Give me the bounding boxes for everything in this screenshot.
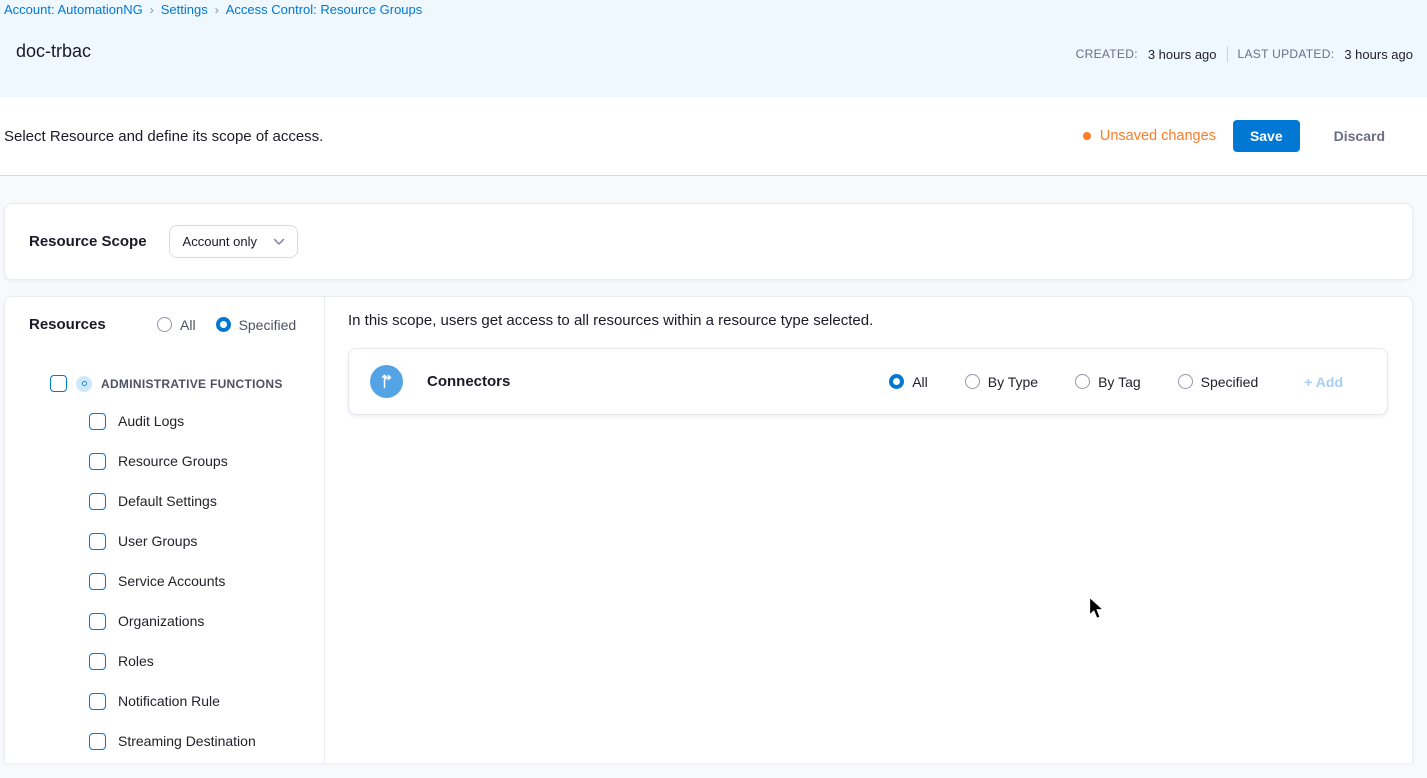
resource-type-label: Organizations <box>118 613 204 629</box>
radio-label: All <box>180 317 196 333</box>
resource-type-user-groups[interactable]: User Groups <box>5 521 324 561</box>
checkbox[interactable] <box>50 375 67 392</box>
chevron-right-icon: › <box>215 3 219 17</box>
unsaved-changes-label: Unsaved changes <box>1100 128 1216 144</box>
radio-selected-icon[interactable] <box>216 317 231 332</box>
resource-type-organizations[interactable]: Organizations <box>5 601 324 641</box>
discard-button[interactable]: Discard <box>1322 120 1397 152</box>
resource-type-label: Default Settings <box>118 493 217 509</box>
connectors-filter-group: All By Type By Tag Specified <box>889 374 1258 390</box>
chevron-down-icon <box>273 238 285 246</box>
connectors-row: Connectors All By Type By Tag Specified <box>348 348 1388 415</box>
radio-label: Specified <box>1201 374 1259 390</box>
resources-title: Resources <box>29 316 133 333</box>
breadcrumb-account-link[interactable]: Account: AutomationNG <box>4 2 143 17</box>
save-button[interactable]: Save <box>1233 120 1300 152</box>
breadcrumb-settings-link[interactable]: Settings <box>161 2 208 17</box>
checkbox[interactable] <box>89 613 106 630</box>
resource-scope-label: Resource Scope <box>29 233 147 250</box>
resources-scope-radio-group: All Specified <box>157 317 296 333</box>
meta-divider <box>1227 46 1228 62</box>
checkbox[interactable] <box>89 533 106 550</box>
resource-scope-selected-value: Account only <box>183 234 257 249</box>
resources-specified-option[interactable]: Specified <box>216 317 297 333</box>
resource-type-label: Audit Logs <box>118 413 184 429</box>
last-updated-value: 3 hours ago <box>1344 47 1413 62</box>
resource-type-label: User Groups <box>118 533 197 549</box>
resource-type-label: Resource Groups <box>118 453 228 469</box>
resource-type-streaming-destination[interactable]: Streaming Destination <box>5 721 324 761</box>
add-button[interactable]: + Add <box>1304 374 1343 390</box>
category-administrative-functions[interactable]: ADMINISTRATIVE FUNCTIONS <box>50 375 324 392</box>
resource-type-notification-rule[interactable]: Notification Rule <box>5 681 324 721</box>
connectors-all-option[interactable]: All <box>889 374 928 390</box>
page-title: doc-trbac <box>16 41 91 62</box>
radio-icon[interactable] <box>965 374 980 389</box>
connectors-specified-option[interactable]: Specified <box>1178 374 1259 390</box>
resource-type-label: Roles <box>118 653 154 669</box>
chevron-right-icon: › <box>150 3 154 17</box>
resource-scope-card: Resource Scope Account only <box>4 203 1413 280</box>
checkbox[interactable] <box>89 653 106 670</box>
resource-type-resource-groups[interactable]: Resource Groups <box>5 441 324 481</box>
resource-type-default-settings[interactable]: Default Settings <box>5 481 324 521</box>
checkbox[interactable] <box>89 693 106 710</box>
checkbox[interactable] <box>89 413 106 430</box>
connectors-by-tag-option[interactable]: By Tag <box>1075 374 1141 390</box>
resources-all-option[interactable]: All <box>157 317 196 333</box>
page-header: Account: AutomationNG › Settings › Acces… <box>0 0 1427 97</box>
radio-label: By Type <box>988 374 1038 390</box>
radio-label: All <box>912 374 928 390</box>
radio-selected-icon[interactable] <box>889 374 904 389</box>
resource-type-label: Streaming Destination <box>118 733 256 749</box>
connectors-by-type-option[interactable]: By Type <box>965 374 1038 390</box>
resources-header: Resources All Specified <box>5 316 324 333</box>
connectors-icon <box>370 365 403 398</box>
created-label: CREATED: <box>1076 47 1138 61</box>
toolbar: Select Resource and define its scope of … <box>0 97 1427 176</box>
radio-icon[interactable] <box>157 317 172 332</box>
resource-type-roles[interactable]: Roles <box>5 641 324 681</box>
radio-icon[interactable] <box>1075 374 1090 389</box>
checkbox[interactable] <box>89 453 106 470</box>
toolbar-description: Select Resource and define its scope of … <box>4 128 323 145</box>
radio-icon[interactable] <box>1178 374 1193 389</box>
connectors-label: Connectors <box>427 373 510 390</box>
unsaved-dot-icon <box>1083 132 1091 140</box>
resources-card: Resources All Specified ADMINISTRATIVE F… <box>4 296 1413 763</box>
unsaved-changes-indicator: Unsaved changes <box>1083 128 1216 144</box>
resource-type-label: Notification Rule <box>118 693 220 709</box>
last-updated-label: LAST UPDATED: <box>1238 47 1335 61</box>
checkbox[interactable] <box>89 733 106 750</box>
category-label: ADMINISTRATIVE FUNCTIONS <box>101 377 283 391</box>
checkbox[interactable] <box>89 573 106 590</box>
resource-detail-panel: In this scope, users get access to all r… <box>325 297 1412 763</box>
resource-type-label: Service Accounts <box>118 573 225 589</box>
resource-type-audit-logs[interactable]: Audit Logs <box>5 401 324 441</box>
category-collapse-icon[interactable] <box>76 376 92 392</box>
toolbar-actions: Unsaved changes Save Discard <box>1083 120 1397 152</box>
resources-panel: Resources All Specified ADMINISTRATIVE F… <box>5 297 325 763</box>
breadcrumb-resource-groups-link[interactable]: Access Control: Resource Groups <box>226 2 423 17</box>
scope-description: In this scope, users get access to all r… <box>348 312 1388 329</box>
radio-label: Specified <box>239 317 297 333</box>
created-value: 3 hours ago <box>1148 47 1217 62</box>
resource-scope-select[interactable]: Account only <box>169 225 298 258</box>
checkbox[interactable] <box>89 493 106 510</box>
radio-label: By Tag <box>1098 374 1141 390</box>
breadcrumb: Account: AutomationNG › Settings › Acces… <box>4 2 422 17</box>
resource-type-service-accounts[interactable]: Service Accounts <box>5 561 324 601</box>
header-meta: CREATED: 3 hours ago LAST UPDATED: 3 hou… <box>1076 46 1413 62</box>
resource-type-list: Audit Logs Resource Groups Default Setti… <box>5 401 324 761</box>
